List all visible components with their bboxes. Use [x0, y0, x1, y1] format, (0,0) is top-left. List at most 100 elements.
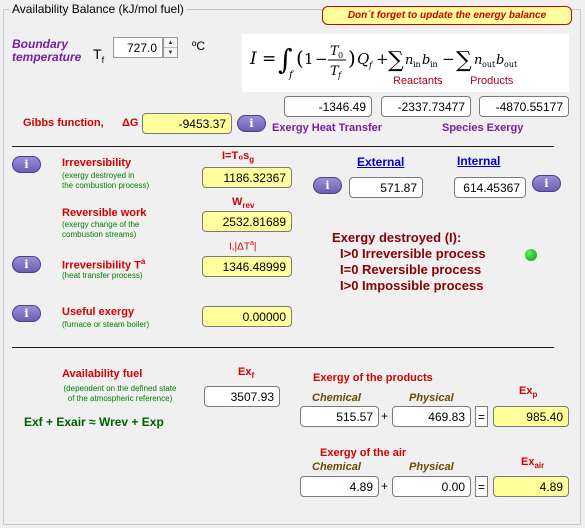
svg-text:+: + [376, 50, 389, 68]
svg-text:0: 0 [338, 51, 343, 60]
divider-bottom [12, 347, 554, 348]
exergy-balance-formula: I = ∫ f ( 1 − T 0 T f ) Q f + ∑ n in b i… [242, 34, 569, 92]
svg-text:∑: ∑ [456, 48, 472, 73]
spin-up-icon[interactable]: ▲ [164, 38, 177, 48]
irreversibility-t-value: 1346.48999 [202, 256, 292, 277]
reactants-label: Reactants [393, 75, 443, 87]
exp-symbol-text: Ex [519, 385, 533, 397]
wrev-symbol: Wrev [232, 196, 254, 210]
svg-text:in: in [413, 60, 421, 69]
availability-fuel-desc-line1: (dependent on the defined state [63, 384, 177, 393]
svg-text:out: out [482, 60, 496, 69]
exergy-destroyed-note: Exergy destroyed (I): I>0 Irreversible p… [332, 230, 486, 294]
irreversibility-info-button[interactable]: i [12, 156, 41, 173]
irreversibility-t-label: Irreversibility Ta [62, 257, 145, 272]
svg-text:out: out [504, 60, 518, 69]
products-chemical-value: 515.57 [300, 406, 379, 427]
boundary-temperature-input[interactable]: 727.0 [113, 37, 163, 58]
info-icon: i [544, 177, 549, 190]
heat-transfer-exergy-value: -1346.49 [284, 96, 372, 117]
irreversibility-desc-line2: the combustion process) [62, 181, 150, 190]
temperature-spinner[interactable]: ▲ ▼ [163, 37, 178, 58]
info-icon: i [24, 307, 29, 320]
gibbs-symbol: ΔG [122, 117, 139, 129]
air-chemical-label: Chemical [312, 461, 361, 473]
temperature-unit: ºC [192, 39, 206, 53]
reversible-work-desc: (exergy change of the combustion streams… [62, 220, 139, 240]
frame-title: Availability Balance (kJ/mol fuel) [9, 2, 187, 16]
svg-text:∑: ∑ [388, 48, 404, 73]
irreversibility-t-info-button[interactable]: i [12, 256, 41, 273]
formula-graphic: I = ∫ f ( 1 − T 0 T f ) Q f + ∑ n in b i… [249, 43, 518, 87]
air-physical-value: 0.00 [392, 476, 471, 497]
useful-exergy-value: 0.00000 [202, 306, 292, 327]
useful-exergy-desc: (furnace or steam boiler) [62, 320, 150, 329]
irreversibility-label: Irreversibility [62, 157, 132, 169]
status-led-icon [525, 249, 537, 261]
external-info-button[interactable]: i [313, 177, 342, 194]
availability-fuel-desc: (dependent on the defined state of the a… [52, 384, 188, 404]
svg-text:f: f [288, 70, 295, 81]
products-chemical-label: Chemical [312, 392, 361, 404]
exf-symbol-sub: f [251, 371, 255, 381]
spin-down-icon[interactable]: ▼ [164, 48, 177, 57]
exair-symbol-text: Ex [521, 456, 535, 468]
info-icon: i [24, 158, 29, 171]
boundary-label-line2: temperature [12, 50, 82, 64]
gibbs-label: Gibbs function, [23, 117, 104, 129]
irreversibility-t-formula-end: | [253, 241, 257, 253]
balance-equation: Exf + Exair ≈ Wrev + Exp [24, 415, 164, 429]
boundary-temperature-symbol: Tf [93, 46, 104, 65]
divider-top [12, 146, 554, 147]
svg-text:Q: Q [357, 50, 369, 68]
exp-symbol: Exp [519, 385, 537, 399]
info-icon: i [325, 179, 330, 192]
useful-exergy-label: Useful exergy [62, 306, 135, 318]
reversible-work-desc-line2: combustion streams) [62, 230, 137, 239]
irreversibility-desc: (exergy destroyed in the combustion proc… [62, 171, 149, 191]
boundary-temperature-label: Boundary temperature [12, 38, 81, 64]
exp-symbol-sub: p [532, 390, 538, 400]
products-physical-label: Physical [409, 392, 454, 404]
external-link[interactable]: External [357, 155, 404, 169]
update-reminder-banner: Don´t forget to update the energy balanc… [322, 6, 572, 25]
products-exergy-title: Exergy of the products [313, 372, 433, 384]
svg-text:f: f [368, 61, 374, 70]
svg-text:f: f [337, 71, 343, 80]
availability-fuel-label: Availability fuel [62, 368, 143, 380]
svg-text:(: ( [296, 46, 304, 70]
products-plus: + [381, 409, 389, 423]
irreversibility-formula: I=T₀sg [222, 150, 254, 164]
air-plus: + [381, 479, 389, 493]
internal-link[interactable]: Internal [457, 154, 500, 168]
irreversibility-formula-sub: g [249, 155, 255, 165]
svg-text:1: 1 [304, 50, 314, 68]
irreversibility-t-formula-text: I,|ΔT [229, 241, 250, 253]
internal-value: 614.45367 [454, 177, 526, 198]
availability-fuel-desc-line2: of the atmospheric reference) [67, 394, 173, 403]
external-value: 571.87 [349, 177, 423, 198]
heat-transfer-label: Exergy Heat Transfer [272, 122, 383, 134]
svg-text:−: − [315, 50, 328, 68]
products-label: Products [470, 75, 514, 87]
irreversibility-t-label-text: Irreversibility T [62, 259, 141, 272]
info-icon: i [24, 258, 29, 271]
air-exergy-title: Exergy of the air [320, 447, 407, 459]
reactants-exergy-value: -2337.73477 [381, 96, 471, 117]
availability-fuel-value: 3507.93 [204, 386, 280, 407]
useful-exergy-info-button[interactable]: i [12, 305, 41, 322]
air-chemical-value: 4.89 [300, 476, 379, 497]
gibbs-info-button[interactable]: i [237, 115, 266, 132]
irreversibility-value: 1186.32367 [202, 167, 292, 188]
exf-symbol: Exf [238, 366, 254, 380]
reversible-work-label: Reversible work [62, 207, 147, 219]
products-equals: = [475, 406, 488, 427]
exergy-destroyed-line3: I>0 Impossible process [340, 278, 484, 293]
exair-symbol-sub: air [534, 461, 545, 471]
reversible-work-desc-line1: (exergy change of the [62, 220, 140, 229]
species-exergy-label: Species Exergy [442, 122, 524, 134]
internal-info-button[interactable]: i [532, 175, 561, 192]
exergy-destroyed-line2: I=0 Reversible process [340, 262, 482, 277]
exair-symbol: Exair [521, 456, 544, 470]
irreversibility-desc-line1: (exergy destroyed in [62, 171, 135, 180]
